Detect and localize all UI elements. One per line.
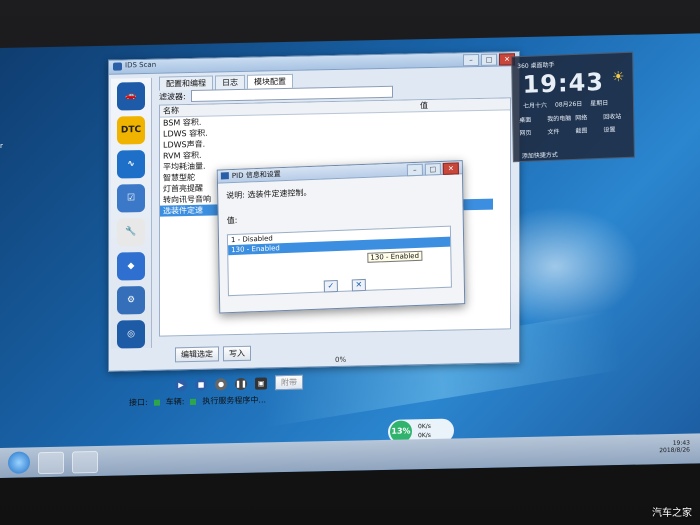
checklist-icon[interactable]: ☑: [117, 183, 145, 213]
dialog-body: 说明: 选装件定速控制。 值:: [226, 182, 455, 227]
confirm-button[interactable]: ✓: [323, 279, 338, 293]
taskbar-ids-icon[interactable]: [72, 450, 98, 474]
watermark-text: 汽车之家: [652, 508, 692, 519]
weekday: 星期日: [590, 99, 609, 108]
system-tray: 19:43 2018/8/26: [659, 440, 690, 455]
sun-icon: ☀: [611, 69, 625, 86]
edit-selected-button[interactable]: 编辑选定: [175, 346, 219, 363]
taskbar-ie-icon[interactable]: [38, 451, 64, 475]
widget-brand: 360 桌面助手: [517, 61, 555, 71]
write-button[interactable]: 写入: [223, 345, 251, 362]
datalogger-icon[interactable]: ∿: [117, 149, 145, 179]
dialog-app-icon: [220, 172, 229, 180]
upload-speed: 0K/s: [418, 422, 431, 431]
bottom-toolbar: ▶ ■ ● ❚❚ ▣ 附带: [175, 374, 303, 393]
pause-icon[interactable]: ❚❚: [235, 377, 247, 390]
value-options-list: 1 - Disabled 130 - Enabled: [226, 225, 452, 297]
dialog-description: 说明: 选装件定速控制。: [226, 187, 312, 201]
record-icon[interactable]: ●: [215, 377, 227, 390]
vehicle-info-icon[interactable]: 🚗: [117, 81, 145, 111]
status-bar: 接口: 车辆: 执行服务程序中...: [129, 394, 266, 408]
desktop-screen: r IDS Scan – □ ✕ 🚗 DTC ∿ ☑ 🔧 ◆ ⚙ ◎ 配置和编程…: [0, 33, 700, 478]
widget-date: 七月十六 08月26日 星期日: [523, 98, 608, 110]
maximize-button[interactable]: □: [481, 53, 497, 66]
shortcut-files[interactable]: 文件: [547, 126, 575, 136]
desktop-edge-text: r: [0, 141, 3, 150]
gear-icon[interactable]: ⚙: [117, 285, 145, 315]
filter-label: 滤波器:: [159, 92, 186, 102]
wrench-icon[interactable]: 🔧: [117, 217, 145, 247]
tab-config-programming[interactable]: 配置和编程: [159, 75, 213, 91]
status-vehicle-label: 车辆:: [165, 397, 185, 407]
shortcut-screenshot[interactable]: 截图: [575, 125, 603, 134]
lunar-date: 七月十六: [522, 101, 548, 110]
shortcut-network[interactable]: 网络: [575, 112, 603, 121]
cancel-button[interactable]: ✕: [351, 278, 366, 292]
dtc-icon[interactable]: DTC: [117, 115, 145, 145]
port-status-icon: [153, 399, 160, 406]
pid-dialog: PID 信息和设置 – □ ✕ 说明: 选装件定速控制。 值: 1 - Disa…: [216, 160, 466, 314]
add-shortcut-link[interactable]: 添加快捷方式: [522, 150, 558, 160]
start-button[interactable]: [8, 451, 30, 474]
shortcut-settings[interactable]: 设置: [603, 124, 631, 133]
left-icon-rail: 🚗 DTC ∿ ☑ 🔧 ◆ ⚙ ◎: [111, 77, 152, 349]
toolbar-dropdown[interactable]: 附带: [275, 374, 303, 391]
dialog-close-button[interactable]: ✕: [442, 162, 459, 175]
option-tooltip: 130 - Enabled: [367, 250, 423, 263]
desktop-widget: 360 桌面助手 19:43 ☀ 七月十六 08月26日 星期日 桌面 我的电脑…: [511, 51, 635, 163]
shortcut-desktop[interactable]: 桌面: [519, 114, 547, 124]
solar-date: 08月26日: [554, 100, 583, 109]
screen-glare: [470, 204, 640, 329]
widget-clock: 19:43: [522, 67, 605, 99]
dialog-maximize-button[interactable]: □: [424, 163, 441, 176]
tray-date: 2018/8/26: [659, 446, 690, 455]
app-title: IDS Scan: [125, 60, 157, 70]
tab-module-config[interactable]: 模块配置: [247, 73, 293, 89]
app-logo-icon: [113, 62, 122, 71]
widget-shortcuts: 桌面 我的电脑 网络 回收站 网页 文件 截图 设置: [519, 111, 631, 137]
header-name: 名称: [163, 106, 179, 116]
save-icon[interactable]: ▣: [255, 376, 267, 390]
status-message: 执行服务程序中...: [202, 395, 267, 406]
stop-icon[interactable]: ■: [195, 378, 207, 391]
list-item[interactable]: 转向讯号音响: [160, 193, 218, 205]
dialog-title: PID 信息和设置: [231, 170, 281, 181]
edit-buttons: 编辑选定 写入: [175, 345, 251, 363]
header-value: 值: [420, 101, 428, 111]
value-label: 值:: [226, 215, 238, 226]
vehicle-status-icon: [190, 398, 197, 405]
dialog-minimize-button[interactable]: –: [406, 163, 423, 177]
steering-wheel-icon[interactable]: ◎: [117, 319, 145, 349]
progress-text: 0%: [335, 355, 347, 364]
app-titlebar[interactable]: IDS Scan – □ ✕: [109, 52, 519, 75]
status-port-label: 接口:: [129, 397, 148, 408]
tab-log[interactable]: 日志: [215, 74, 245, 90]
shortcut-web[interactable]: 网页: [519, 127, 547, 137]
module-icon[interactable]: ◆: [117, 251, 145, 281]
play-icon[interactable]: ▶: [175, 378, 187, 391]
shortcut-computer[interactable]: 我的电脑: [547, 113, 575, 123]
filter-row: 滤波器:: [159, 85, 393, 103]
minimize-button[interactable]: –: [463, 53, 479, 67]
shortcut-recycle[interactable]: 回收站: [603, 111, 631, 121]
